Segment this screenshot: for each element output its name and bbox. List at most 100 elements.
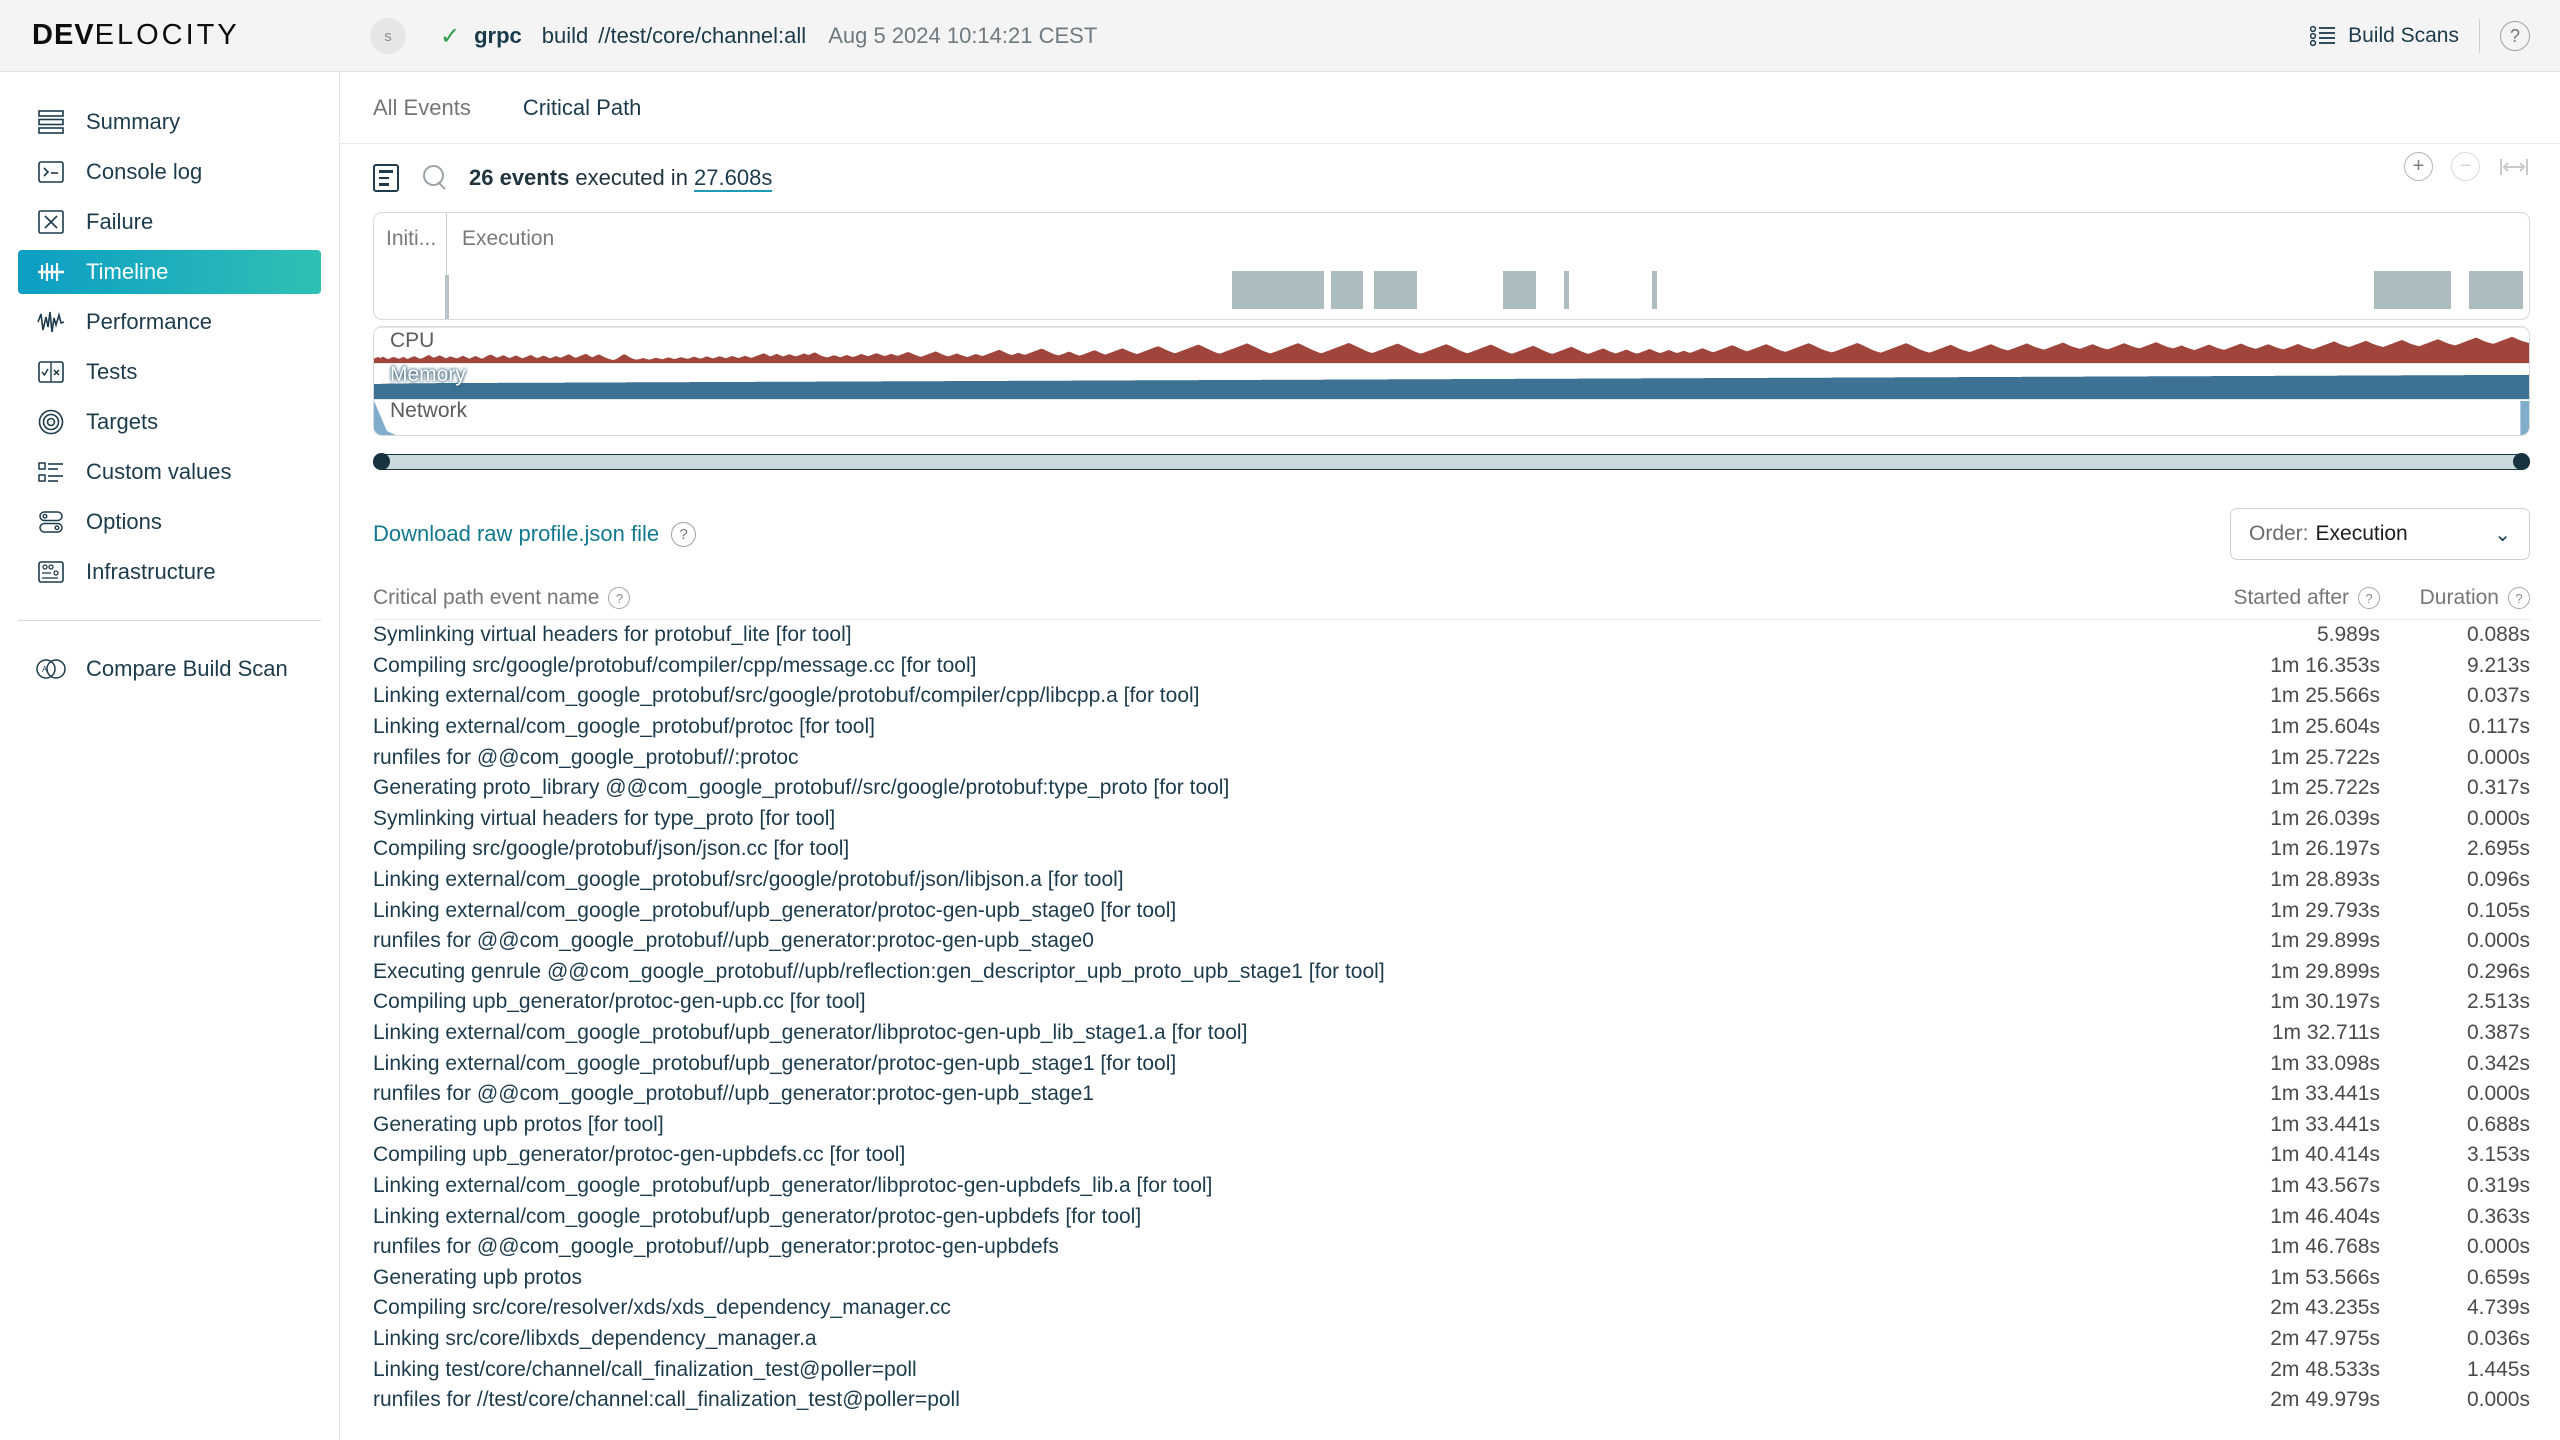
table-row[interactable]: runfiles for //test/core/channel:call_fi… (373, 1385, 2530, 1416)
event-started-after: 1m 53.566s (2190, 1266, 2380, 1290)
table-row[interactable]: Linking external/com_google_protobuf/pro… (373, 712, 2530, 743)
table-row[interactable]: runfiles for @@com_google_protobuf//:pro… (373, 742, 2530, 773)
timeline-resource-panel[interactable]: CPU Memory Network (373, 326, 2530, 436)
table-row[interactable]: runfiles for @@com_google_protobuf//upb_… (373, 1232, 2530, 1263)
event-duration: 0.088s (2380, 623, 2530, 647)
sidebar-item-summary[interactable]: Summary (18, 100, 321, 144)
table-row[interactable]: Generating proto_library @@com_google_pr… (373, 773, 2530, 804)
table-row[interactable]: Linking external/com_google_protobuf/upb… (373, 1048, 2530, 1079)
execution-bar[interactable] (1564, 271, 1569, 309)
event-name: Linking external/com_google_protobuf/upb… (373, 1021, 2190, 1045)
fit-width-icon[interactable] (2498, 154, 2530, 180)
table-row[interactable]: Generating upb protos1m 53.566s0.659s (373, 1262, 2530, 1293)
help-icon[interactable]: ? (2500, 21, 2530, 51)
table-row[interactable]: Linking external/com_google_protobuf/upb… (373, 1171, 2530, 1202)
sidebar-item-tests[interactable]: Tests (18, 350, 321, 394)
event-started-after: 1m 25.722s (2190, 746, 2380, 770)
execution-bar[interactable] (1503, 271, 1535, 309)
table-row[interactable]: Compiling upb_generator/protoc-gen-upb.c… (373, 987, 2530, 1018)
top-bar-actions: Build Scans ? (2310, 0, 2530, 72)
sidebar-item-infrastructure[interactable]: Infrastructure (18, 550, 321, 594)
avatar[interactable]: s (370, 18, 406, 54)
table-row[interactable]: Generating upb protos [for tool]1m 33.44… (373, 1110, 2530, 1141)
resource-chart (374, 327, 2529, 435)
sidebar-item-options[interactable]: Options (18, 500, 321, 544)
event-started-after: 1m 43.567s (2190, 1174, 2380, 1198)
table-row[interactable]: Compiling src/core/resolver/xds/xds_depe… (373, 1293, 2530, 1324)
sidebar-item-custom-values[interactable]: Custom values (18, 450, 321, 494)
sidebar-item-targets[interactable]: Targets (18, 400, 321, 444)
sidebar: Summary Console log Failure (0, 72, 340, 1440)
execution-bar[interactable] (1374, 271, 1417, 309)
table-row[interactable]: Executing genrule @@com_google_protobuf/… (373, 957, 2530, 988)
scrollbar-handle-right[interactable] (2513, 453, 2530, 470)
total-duration-link[interactable]: 27.608s (694, 165, 772, 192)
help-icon[interactable]: ? (608, 587, 630, 609)
download-profile-link[interactable]: Download raw profile.json file (373, 521, 659, 547)
table-row[interactable]: Linking test/core/channel/call_finalizat… (373, 1354, 2530, 1385)
order-select[interactable]: Order: Execution ⌄ (2230, 508, 2530, 560)
table-row[interactable]: Linking external/com_google_protobuf/upb… (373, 895, 2530, 926)
tab-critical-path[interactable]: Critical Path (523, 95, 642, 121)
event-duration: 0.296s (2380, 960, 2530, 984)
execution-bar[interactable] (1652, 271, 1657, 309)
table-row[interactable]: Linking src/core/libxds_dependency_manag… (373, 1324, 2530, 1355)
sidebar-item-label: Failure (86, 209, 153, 235)
timeline-phase-panel[interactable]: Initi... Execution (373, 212, 2530, 320)
execution-bar[interactable] (1331, 271, 1363, 309)
table-row[interactable]: Symlinking virtual headers for type_prot… (373, 804, 2530, 835)
event-name: Symlinking virtual headers for type_prot… (373, 807, 2190, 831)
sidebar-item-label: Console log (86, 159, 202, 185)
table-row[interactable]: runfiles for @@com_google_protobuf//upb_… (373, 926, 2530, 957)
sidebar-item-timeline[interactable]: Timeline (18, 250, 321, 294)
build-scans-button[interactable]: Build Scans (2310, 24, 2459, 48)
event-started-after: 2m 49.979s (2190, 1388, 2380, 1412)
event-started-after: 1m 33.098s (2190, 1052, 2380, 1076)
execution-bar[interactable] (1232, 271, 1325, 309)
execution-bar[interactable] (2469, 271, 2523, 309)
sidebar-item-console-log[interactable]: Console log (18, 150, 321, 194)
event-name: Executing genrule @@com_google_protobuf/… (373, 960, 2190, 984)
table-row[interactable]: runfiles for @@com_google_protobuf//upb_… (373, 1079, 2530, 1110)
tab-all-events[interactable]: All Events (373, 95, 471, 121)
event-name: Linking external/com_google_protobuf/upb… (373, 1052, 2190, 1076)
execution-bar[interactable] (2374, 271, 2452, 309)
event-name: runfiles for @@com_google_protobuf//upb_… (373, 929, 2190, 953)
table-row[interactable]: Linking external/com_google_protobuf/upb… (373, 1201, 2530, 1232)
app-logo[interactable]: DEVELOCITY (32, 19, 240, 52)
table-row[interactable]: Linking external/com_google_protobuf/src… (373, 681, 2530, 712)
sidebar-item-failure[interactable]: Failure (18, 200, 321, 244)
table-row[interactable]: Linking external/com_google_protobuf/src… (373, 865, 2530, 896)
table-row[interactable]: Linking external/com_google_protobuf/upb… (373, 1018, 2530, 1049)
table-row[interactable]: Compiling upb_generator/protoc-gen-upbde… (373, 1140, 2530, 1171)
event-duration: 0.000s (2380, 807, 2530, 831)
help-icon[interactable]: ? (671, 522, 696, 547)
event-name: Linking external/com_google_protobuf/upb… (373, 899, 2190, 923)
event-duration: 0.317s (2380, 776, 2530, 800)
column-header-started-after[interactable]: Started after ? (2190, 586, 2380, 610)
event-duration: 0.105s (2380, 899, 2530, 923)
sidebar-compare-label: Compare Build Scan (86, 656, 288, 682)
timeline-scrollbar[interactable] (373, 454, 2530, 470)
help-icon[interactable]: ? (2358, 587, 2380, 609)
table-row[interactable]: Compiling src/google/protobuf/compiler/c… (373, 651, 2530, 682)
sidebar-item-performance[interactable]: Performance (18, 300, 321, 344)
table-row[interactable]: Symlinking virtual headers for protobuf_… (373, 620, 2530, 651)
scrollbar-handle-left[interactable] (373, 453, 390, 470)
help-icon[interactable]: ? (2508, 587, 2530, 609)
search-icon[interactable] (421, 164, 449, 192)
event-duration: 0.037s (2380, 684, 2530, 708)
event-name: Compiling upb_generator/protoc-gen-upbde… (373, 1143, 2190, 1167)
event-started-after: 1m 16.353s (2190, 654, 2380, 678)
event-started-after: 1m 46.768s (2190, 1235, 2380, 1259)
event-duration: 0.096s (2380, 868, 2530, 892)
build-target: //test/core/channel:all (598, 23, 806, 49)
zoom-in-button[interactable]: + (2404, 152, 2433, 181)
column-header-duration[interactable]: Duration ? (2380, 586, 2530, 610)
document-icon[interactable] (373, 164, 399, 192)
column-header-name[interactable]: Critical path event name ? (373, 586, 2190, 610)
table-row[interactable]: Compiling src/google/protobuf/json/json.… (373, 834, 2530, 865)
build-project[interactable]: grpc (474, 23, 522, 49)
sidebar-item-compare-build-scan[interactable]: A Compare Build Scan (18, 647, 321, 691)
zoom-out-button[interactable]: − (2451, 152, 2480, 181)
